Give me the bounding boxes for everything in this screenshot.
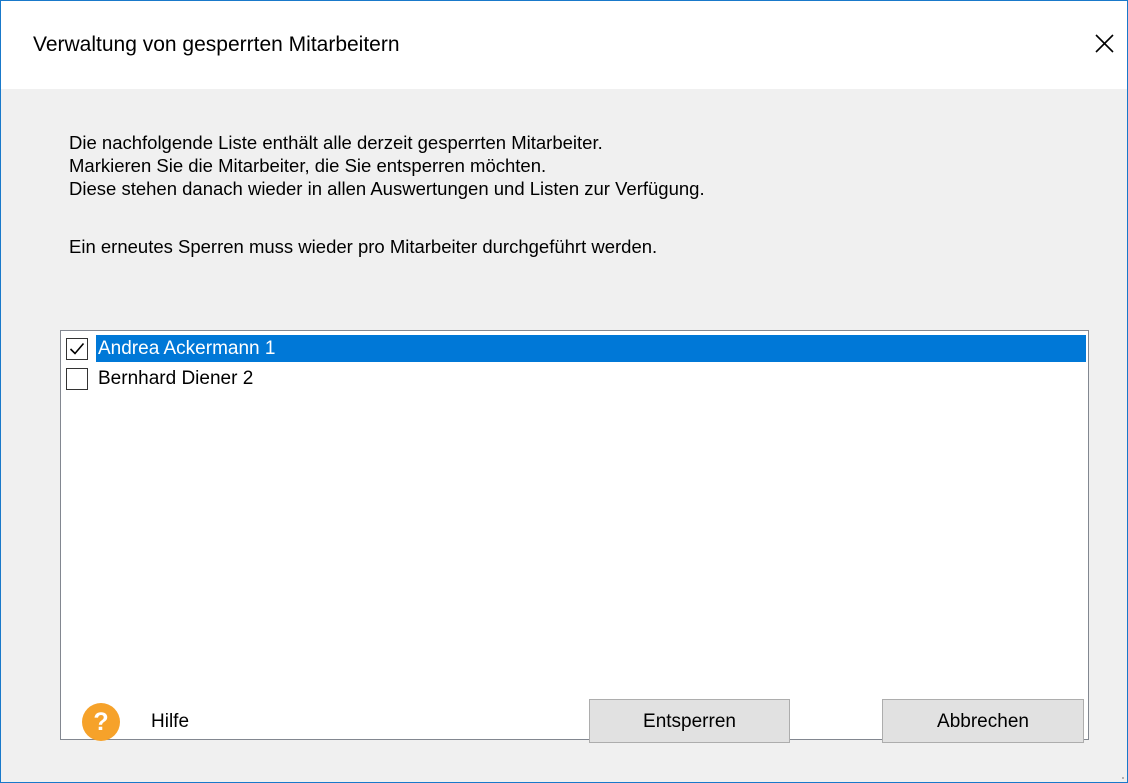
description-line-2: Markieren Sie die Mitarbeiter, die Sie e… [69, 155, 547, 176]
checkmark-icon [69, 342, 85, 355]
list-item-employee[interactable]: Andrea Ackermann 1 [63, 333, 1086, 363]
dialog-content: Die nachfolgende Liste enthält alle derz… [1, 89, 1127, 782]
unlock-button[interactable]: Entsperren [589, 699, 790, 743]
description-line-3: Diese stehen danach wieder in allen Ausw… [69, 178, 705, 199]
employee-checkbox[interactable] [66, 368, 88, 390]
help-icon[interactable]: ? [82, 703, 120, 741]
dialog-window: Verwaltung von gesperrten Mitarbeitern D… [0, 0, 1128, 783]
close-button[interactable] [1067, 1, 1127, 89]
employee-label: Andrea Ackermann 1 [96, 335, 1086, 362]
title-bar: Verwaltung von gesperrten Mitarbeitern [1, 1, 1127, 89]
employee-label: Bernhard Diener 2 [98, 368, 254, 389]
description-line-1: Die nachfolgende Liste enthält alle derz… [69, 132, 603, 153]
list-item-employee[interactable]: Bernhard Diener 2 [63, 363, 1086, 393]
cancel-button[interactable]: Abbrechen [882, 699, 1084, 743]
employee-checklist[interactable]: Andrea Ackermann 1 Bernhard Diener 2 [60, 330, 1089, 740]
resize-grip-icon[interactable] [1118, 773, 1124, 779]
help-link[interactable]: Hilfe [151, 711, 189, 733]
close-icon [1095, 34, 1114, 53]
window-title: Verwaltung von gesperrten Mitarbeitern [33, 33, 400, 56]
description-note: Ein erneutes Sperren muss wieder pro Mit… [69, 236, 658, 257]
employee-checkbox[interactable] [66, 338, 88, 360]
